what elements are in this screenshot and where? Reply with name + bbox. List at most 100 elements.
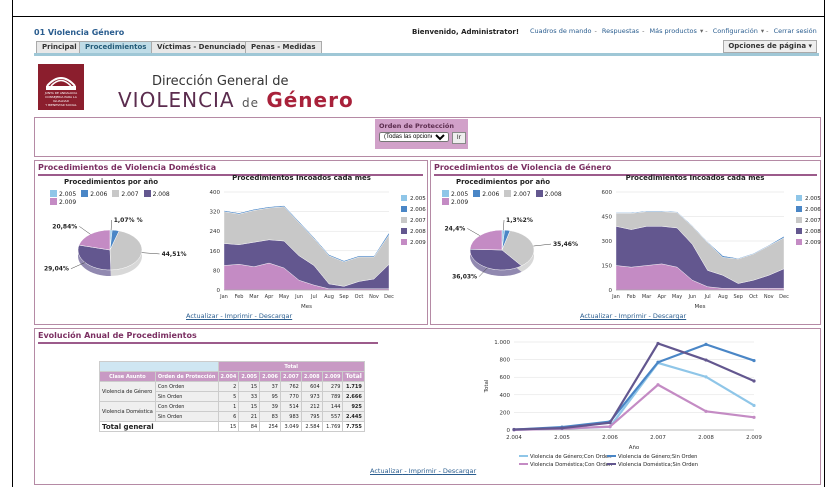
y-tick-label: 0 — [507, 428, 511, 434]
x-tick-label: Apr — [657, 294, 667, 300]
table-cell: 2.445 — [342, 411, 365, 422]
descargar-link[interactable]: Descargar — [443, 467, 476, 475]
legend-swatch — [401, 239, 407, 245]
x-axis-label: Mes — [695, 304, 706, 310]
table-cell: 2 — [217, 381, 240, 392]
pie-slice-label: 35,46% — [553, 241, 578, 248]
area-chart-title: Procedimientos Incoados cada mes — [232, 174, 371, 182]
pie-slice-label: 24,4% — [444, 225, 465, 232]
y-tick-label: 800 — [500, 358, 511, 364]
welcome-text: Bienvenido, Administrator! — [412, 28, 520, 36]
frame-left — [12, 0, 13, 487]
x-tick-label: 2.004 — [506, 435, 522, 441]
actualizar-link[interactable]: Actualizar — [580, 312, 612, 320]
tab-penas[interactable]: Penas - Medidas — [245, 41, 322, 53]
table-cell: Total general — [99, 421, 219, 432]
logo-direccion-general: Dirección General de — [152, 74, 289, 89]
legend-label: 2.009 — [805, 240, 821, 246]
nav-configuracion[interactable]: Configuración — [713, 27, 758, 35]
legend-label: Violencia Doméstica;Sin Orden — [618, 461, 698, 468]
table-cell: 7.755 — [342, 421, 365, 432]
legend-swatch — [796, 239, 802, 245]
table-title: Total — [217, 361, 365, 372]
table-cell: 37 — [259, 381, 281, 392]
legend-item: 2.008 — [143, 190, 170, 198]
nav-respuestas[interactable]: Respuestas — [602, 27, 639, 35]
actualizar-link[interactable]: Actualizar — [186, 312, 218, 320]
imprimir-link[interactable]: Imprimir — [409, 467, 437, 475]
table-cell: 6 — [217, 411, 240, 422]
legend-swatch — [796, 206, 802, 212]
line-point — [608, 424, 612, 429]
tab-principal[interactable]: Principal — [36, 41, 83, 53]
x-tick-label: Apr — [265, 294, 275, 300]
pie-label-line — [110, 220, 112, 231]
legend-item: 2.006 — [473, 190, 499, 198]
nav-cerrar-sesion[interactable]: Cerrar sesión — [774, 27, 817, 35]
pie-slice-label: 44,51% — [162, 251, 187, 258]
x-tick-label: 2.007 — [650, 435, 666, 441]
imprimir-link[interactable]: Imprimir — [619, 312, 647, 320]
x-tick-label: Sep — [733, 294, 742, 300]
table-cell: 557 — [321, 411, 344, 422]
table-cell: 925 — [342, 401, 365, 412]
table-cell: 3.049 — [279, 421, 302, 432]
y-tick-label: 80 — [213, 268, 220, 274]
y-tick-label: 300 — [602, 239, 613, 245]
y-tick-label: 600 — [602, 190, 613, 196]
table-cell: 21 — [238, 411, 261, 422]
legend-swatch — [401, 217, 407, 223]
x-axis-label: Mes — [301, 304, 312, 310]
line-point — [704, 409, 708, 413]
tab-procedimientos[interactable]: Procedimientos — [79, 41, 153, 53]
tab-bar: Principal Procedimientos Víctimas - Denu… — [34, 39, 819, 56]
table-cell: 770 — [279, 391, 302, 402]
x-tick-label: Aug — [718, 294, 728, 300]
legend-item: 2.008 — [535, 190, 562, 198]
frame-right — [824, 0, 825, 487]
x-tick-label: 2.005 — [554, 435, 570, 441]
column-header: Total — [342, 371, 365, 382]
descargar-link[interactable]: Descargar — [653, 312, 686, 320]
table-cell: 212 — [300, 401, 323, 412]
table-cell: 1.719 — [342, 381, 365, 392]
pie-chart-title: Procedimientos por año — [63, 178, 159, 186]
x-tick-label: 2.009 — [746, 435, 762, 441]
column-header: 2.008 — [300, 371, 323, 382]
descargar-link[interactable]: Descargar — [259, 312, 292, 320]
y-tick-label: 400 — [500, 393, 511, 399]
imprimir-link[interactable]: Imprimir — [225, 312, 253, 320]
table-cell: 2.666 — [342, 391, 365, 402]
table-header-row: Total — [99, 361, 365, 372]
pie-legend: 2.005 2.006 2.007 2.008 2.009 — [442, 190, 582, 206]
pie-label-line — [79, 226, 91, 235]
go-button[interactable]: Ir — [452, 132, 466, 144]
pie-slice-label: 36,03% — [452, 274, 477, 281]
orden-proteccion-select[interactable]: (Todas las opciones) — [379, 132, 449, 142]
y-tick-label: 600 — [500, 375, 511, 381]
actualizar-link[interactable]: Actualizar — [370, 467, 402, 475]
table-cell: 15 — [238, 381, 261, 392]
x-tick-label: 2.006 — [602, 435, 618, 441]
legend-label: 2.008 — [805, 229, 821, 235]
area-chart-title: Procedimientos Incoados cada mes — [625, 174, 765, 182]
y-axis-label: Total — [484, 379, 490, 393]
frame-top — [12, 16, 825, 17]
line-point — [752, 379, 756, 383]
x-tick-label: Jan — [611, 294, 620, 300]
nav-mas-productos[interactable]: Más productos — [650, 27, 697, 35]
column-header: 2.004 — [217, 371, 240, 382]
table-cell: 2.584 — [300, 421, 323, 432]
pie-slice-label: 29,04% — [44, 266, 69, 273]
x-tick-label: Nov — [369, 294, 379, 300]
nav-cuadros[interactable]: Cuadros de mando — [530, 27, 591, 35]
legend-label: Violencia de Género;Sin Orden — [618, 453, 697, 460]
page-options-button[interactable]: Opciones de página ▾ — [723, 40, 817, 53]
x-tick-label: Feb — [627, 294, 636, 300]
area-chart: 080160240320400Jan Feb Mar Apr May Jun Jul Aug S… — [210, 190, 427, 310]
table-cell: 279 — [321, 381, 344, 392]
table-cell: 789 — [321, 391, 344, 402]
table-cell: Violencia Doméstica — [99, 401, 156, 422]
x-tick-label: Mar — [249, 294, 259, 300]
tab-victimas[interactable]: Víctimas - Denunciados — [151, 41, 256, 53]
